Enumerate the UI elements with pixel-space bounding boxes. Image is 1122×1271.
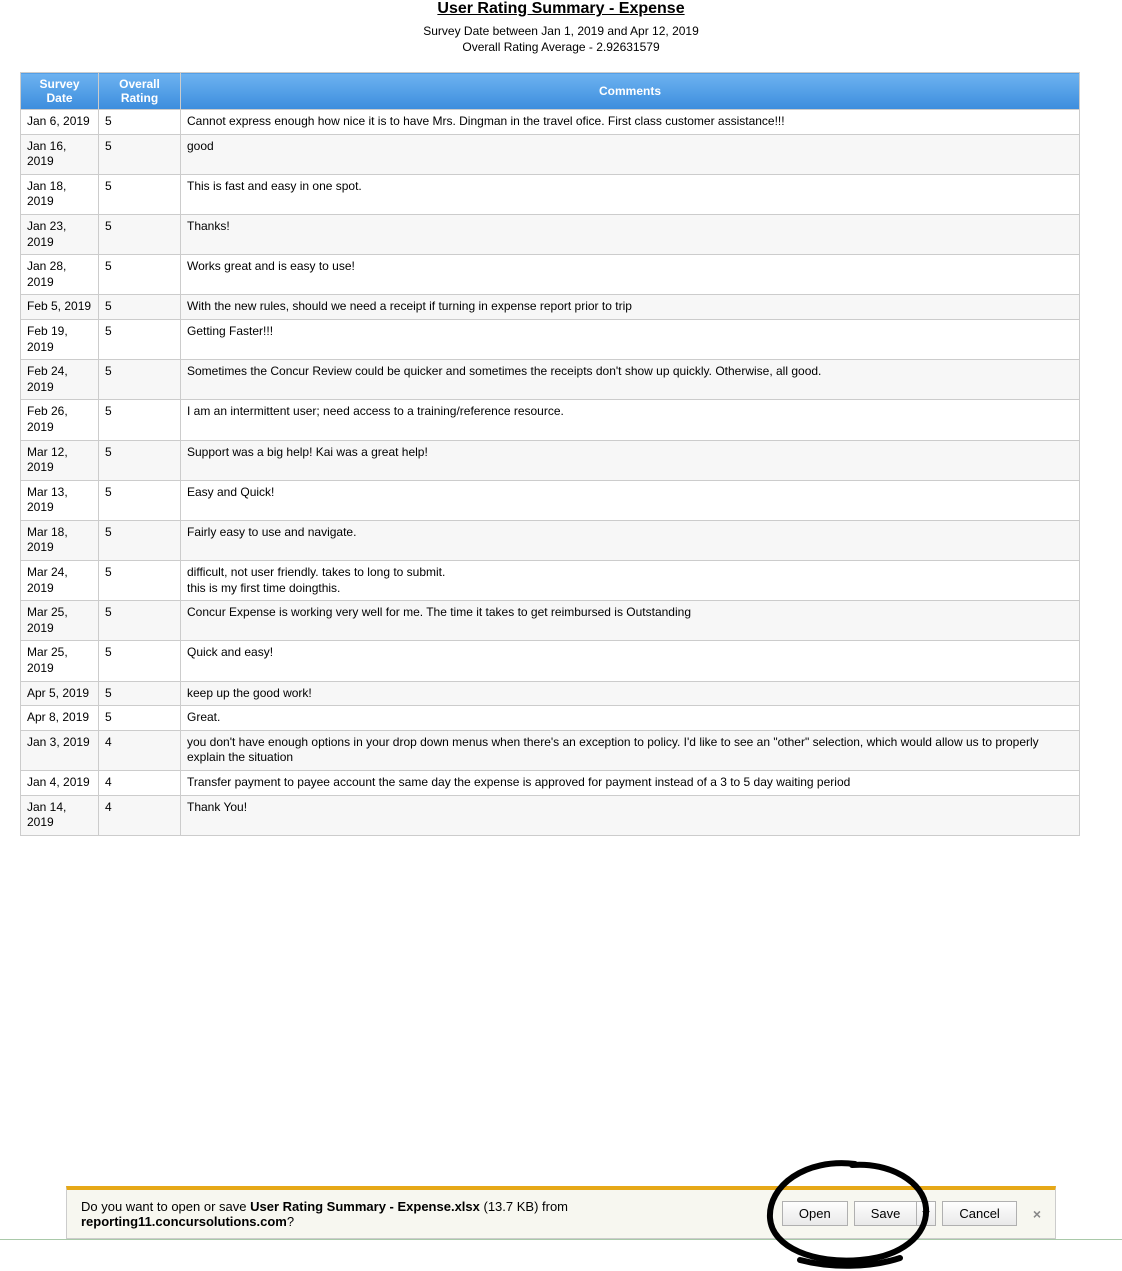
cancel-button[interactable]: Cancel — [942, 1201, 1016, 1226]
cell-date: Feb 5, 2019 — [21, 295, 99, 320]
table-row: Jan 16, 20195good — [21, 134, 1080, 174]
download-bar: Do you want to open or save User Rating … — [66, 1186, 1056, 1239]
cell-comment: With the new rules, should we need a rec… — [181, 295, 1080, 320]
cell-rating: 5 — [99, 400, 181, 440]
cell-comment: good — [181, 134, 1080, 174]
cell-comment: you don't have enough options in your dr… — [181, 730, 1080, 770]
footer-divider — [0, 1239, 1122, 1240]
cell-rating: 5 — [99, 360, 181, 400]
cell-rating: 5 — [99, 520, 181, 560]
table-row: Jan 4, 20194Transfer payment to payee ac… — [21, 771, 1080, 796]
cell-comment: Getting Faster!!! — [181, 319, 1080, 359]
table-row: Mar 18, 20195Fairly easy to use and navi… — [21, 520, 1080, 560]
cell-comment: This is fast and easy in one spot. — [181, 174, 1080, 214]
cell-date: Jan 14, 2019 — [21, 795, 99, 835]
cell-date: Mar 25, 2019 — [21, 601, 99, 641]
cell-date: Jan 4, 2019 — [21, 771, 99, 796]
cell-rating: 5 — [99, 174, 181, 214]
cell-rating: 5 — [99, 681, 181, 706]
table-row: Feb 26, 20195I am an intermittent user; … — [21, 400, 1080, 440]
cell-date: Feb 19, 2019 — [21, 319, 99, 359]
subtitle-average: Overall Rating Average - 2.92631579 — [20, 40, 1102, 54]
cell-comment: Works great and is easy to use! — [181, 255, 1080, 295]
cell-rating: 4 — [99, 795, 181, 835]
cell-comment: Cannot express enough how nice it is to … — [181, 110, 1080, 135]
cell-rating: 5 — [99, 319, 181, 359]
cell-rating: 5 — [99, 706, 181, 731]
close-icon[interactable]: × — [1033, 1206, 1041, 1222]
cell-date: Mar 13, 2019 — [21, 480, 99, 520]
table-row: Mar 24, 20195difficult, not user friendl… — [21, 561, 1080, 601]
cell-rating: 5 — [99, 134, 181, 174]
cell-date: Mar 18, 2019 — [21, 520, 99, 560]
save-button[interactable]: Save — [854, 1201, 917, 1226]
cell-date: Mar 24, 2019 — [21, 561, 99, 601]
table-row: Jan 3, 20194you don't have enough option… — [21, 730, 1080, 770]
table-row: Mar 13, 20195Easy and Quick! — [21, 480, 1080, 520]
cell-comment: Transfer payment to payee account the sa… — [181, 771, 1080, 796]
cell-rating: 5 — [99, 601, 181, 641]
cell-comment: Great. — [181, 706, 1080, 731]
cell-rating: 5 — [99, 480, 181, 520]
table-row: Jan 6, 20195Cannot express enough how ni… — [21, 110, 1080, 135]
cell-rating: 5 — [99, 214, 181, 254]
cell-comment: difficult, not user friendly. takes to l… — [181, 561, 1080, 601]
cell-date: Apr 5, 2019 — [21, 681, 99, 706]
save-dropdown-arrow[interactable] — [916, 1201, 936, 1226]
download-host: reporting11.concursolutions.com — [81, 1214, 287, 1229]
chevron-down-icon — [922, 1211, 930, 1217]
cell-comment: Fairly easy to use and navigate. — [181, 520, 1080, 560]
cell-comment: I am an intermittent user; need access t… — [181, 400, 1080, 440]
cell-rating: 5 — [99, 641, 181, 681]
cell-date: Mar 25, 2019 — [21, 641, 99, 681]
cell-date: Jan 18, 2019 — [21, 174, 99, 214]
table-row: Jan 18, 20195This is fast and easy in on… — [21, 174, 1080, 214]
cell-rating: 5 — [99, 295, 181, 320]
page-title: User Rating Summary - Expense — [20, 0, 1102, 18]
cell-date: Feb 26, 2019 — [21, 400, 99, 440]
cell-comment: Concur Expense is working very well for … — [181, 601, 1080, 641]
cell-comment: Support was a big help! Kai was a great … — [181, 440, 1080, 480]
cell-date: Jan 28, 2019 — [21, 255, 99, 295]
cell-date: Jan 6, 2019 — [21, 110, 99, 135]
cell-date: Mar 12, 2019 — [21, 440, 99, 480]
table-row: Mar 25, 20195Concur Expense is working v… — [21, 601, 1080, 641]
cell-comment: Easy and Quick! — [181, 480, 1080, 520]
cell-rating: 5 — [99, 440, 181, 480]
cell-date: Feb 24, 2019 — [21, 360, 99, 400]
table-row: Jan 28, 20195Works great and is easy to … — [21, 255, 1080, 295]
col-header-rating: Overall Rating — [99, 73, 181, 110]
table-row: Feb 24, 20195Sometimes the Concur Review… — [21, 360, 1080, 400]
cell-comment: Thanks! — [181, 214, 1080, 254]
table-row: Jan 14, 20194Thank You! — [21, 795, 1080, 835]
table-row: Feb 19, 20195Getting Faster!!! — [21, 319, 1080, 359]
table-row: Feb 5, 20195With the new rules, should w… — [21, 295, 1080, 320]
cell-rating: 4 — [99, 730, 181, 770]
download-message: Do you want to open or save User Rating … — [81, 1199, 782, 1229]
col-header-date: Survey Date — [21, 73, 99, 110]
cell-rating: 5 — [99, 561, 181, 601]
cell-rating: 4 — [99, 771, 181, 796]
cell-comment: Thank You! — [181, 795, 1080, 835]
cell-comment: Sometimes the Concur Review could be qui… — [181, 360, 1080, 400]
download-filename: User Rating Summary - Expense.xlsx — [250, 1199, 480, 1214]
table-row: Mar 25, 20195Quick and easy! — [21, 641, 1080, 681]
table-row: Mar 12, 20195Support was a big help! Kai… — [21, 440, 1080, 480]
cell-comment: keep up the good work! — [181, 681, 1080, 706]
cell-date: Jan 3, 2019 — [21, 730, 99, 770]
cell-comment: Quick and easy! — [181, 641, 1080, 681]
cell-date: Jan 23, 2019 — [21, 214, 99, 254]
open-button[interactable]: Open — [782, 1201, 848, 1226]
subtitle-date-range: Survey Date between Jan 1, 2019 and Apr … — [20, 24, 1102, 38]
cell-rating: 5 — [99, 255, 181, 295]
cell-date: Apr 8, 2019 — [21, 706, 99, 731]
table-row: Jan 23, 20195Thanks! — [21, 214, 1080, 254]
table-row: Apr 5, 20195keep up the good work! — [21, 681, 1080, 706]
table-row: Apr 8, 20195Great. — [21, 706, 1080, 731]
cell-date: Jan 16, 2019 — [21, 134, 99, 174]
col-header-comments: Comments — [181, 73, 1080, 110]
ratings-table: Survey Date Overall Rating Comments Jan … — [20, 72, 1080, 836]
cell-rating: 5 — [99, 110, 181, 135]
